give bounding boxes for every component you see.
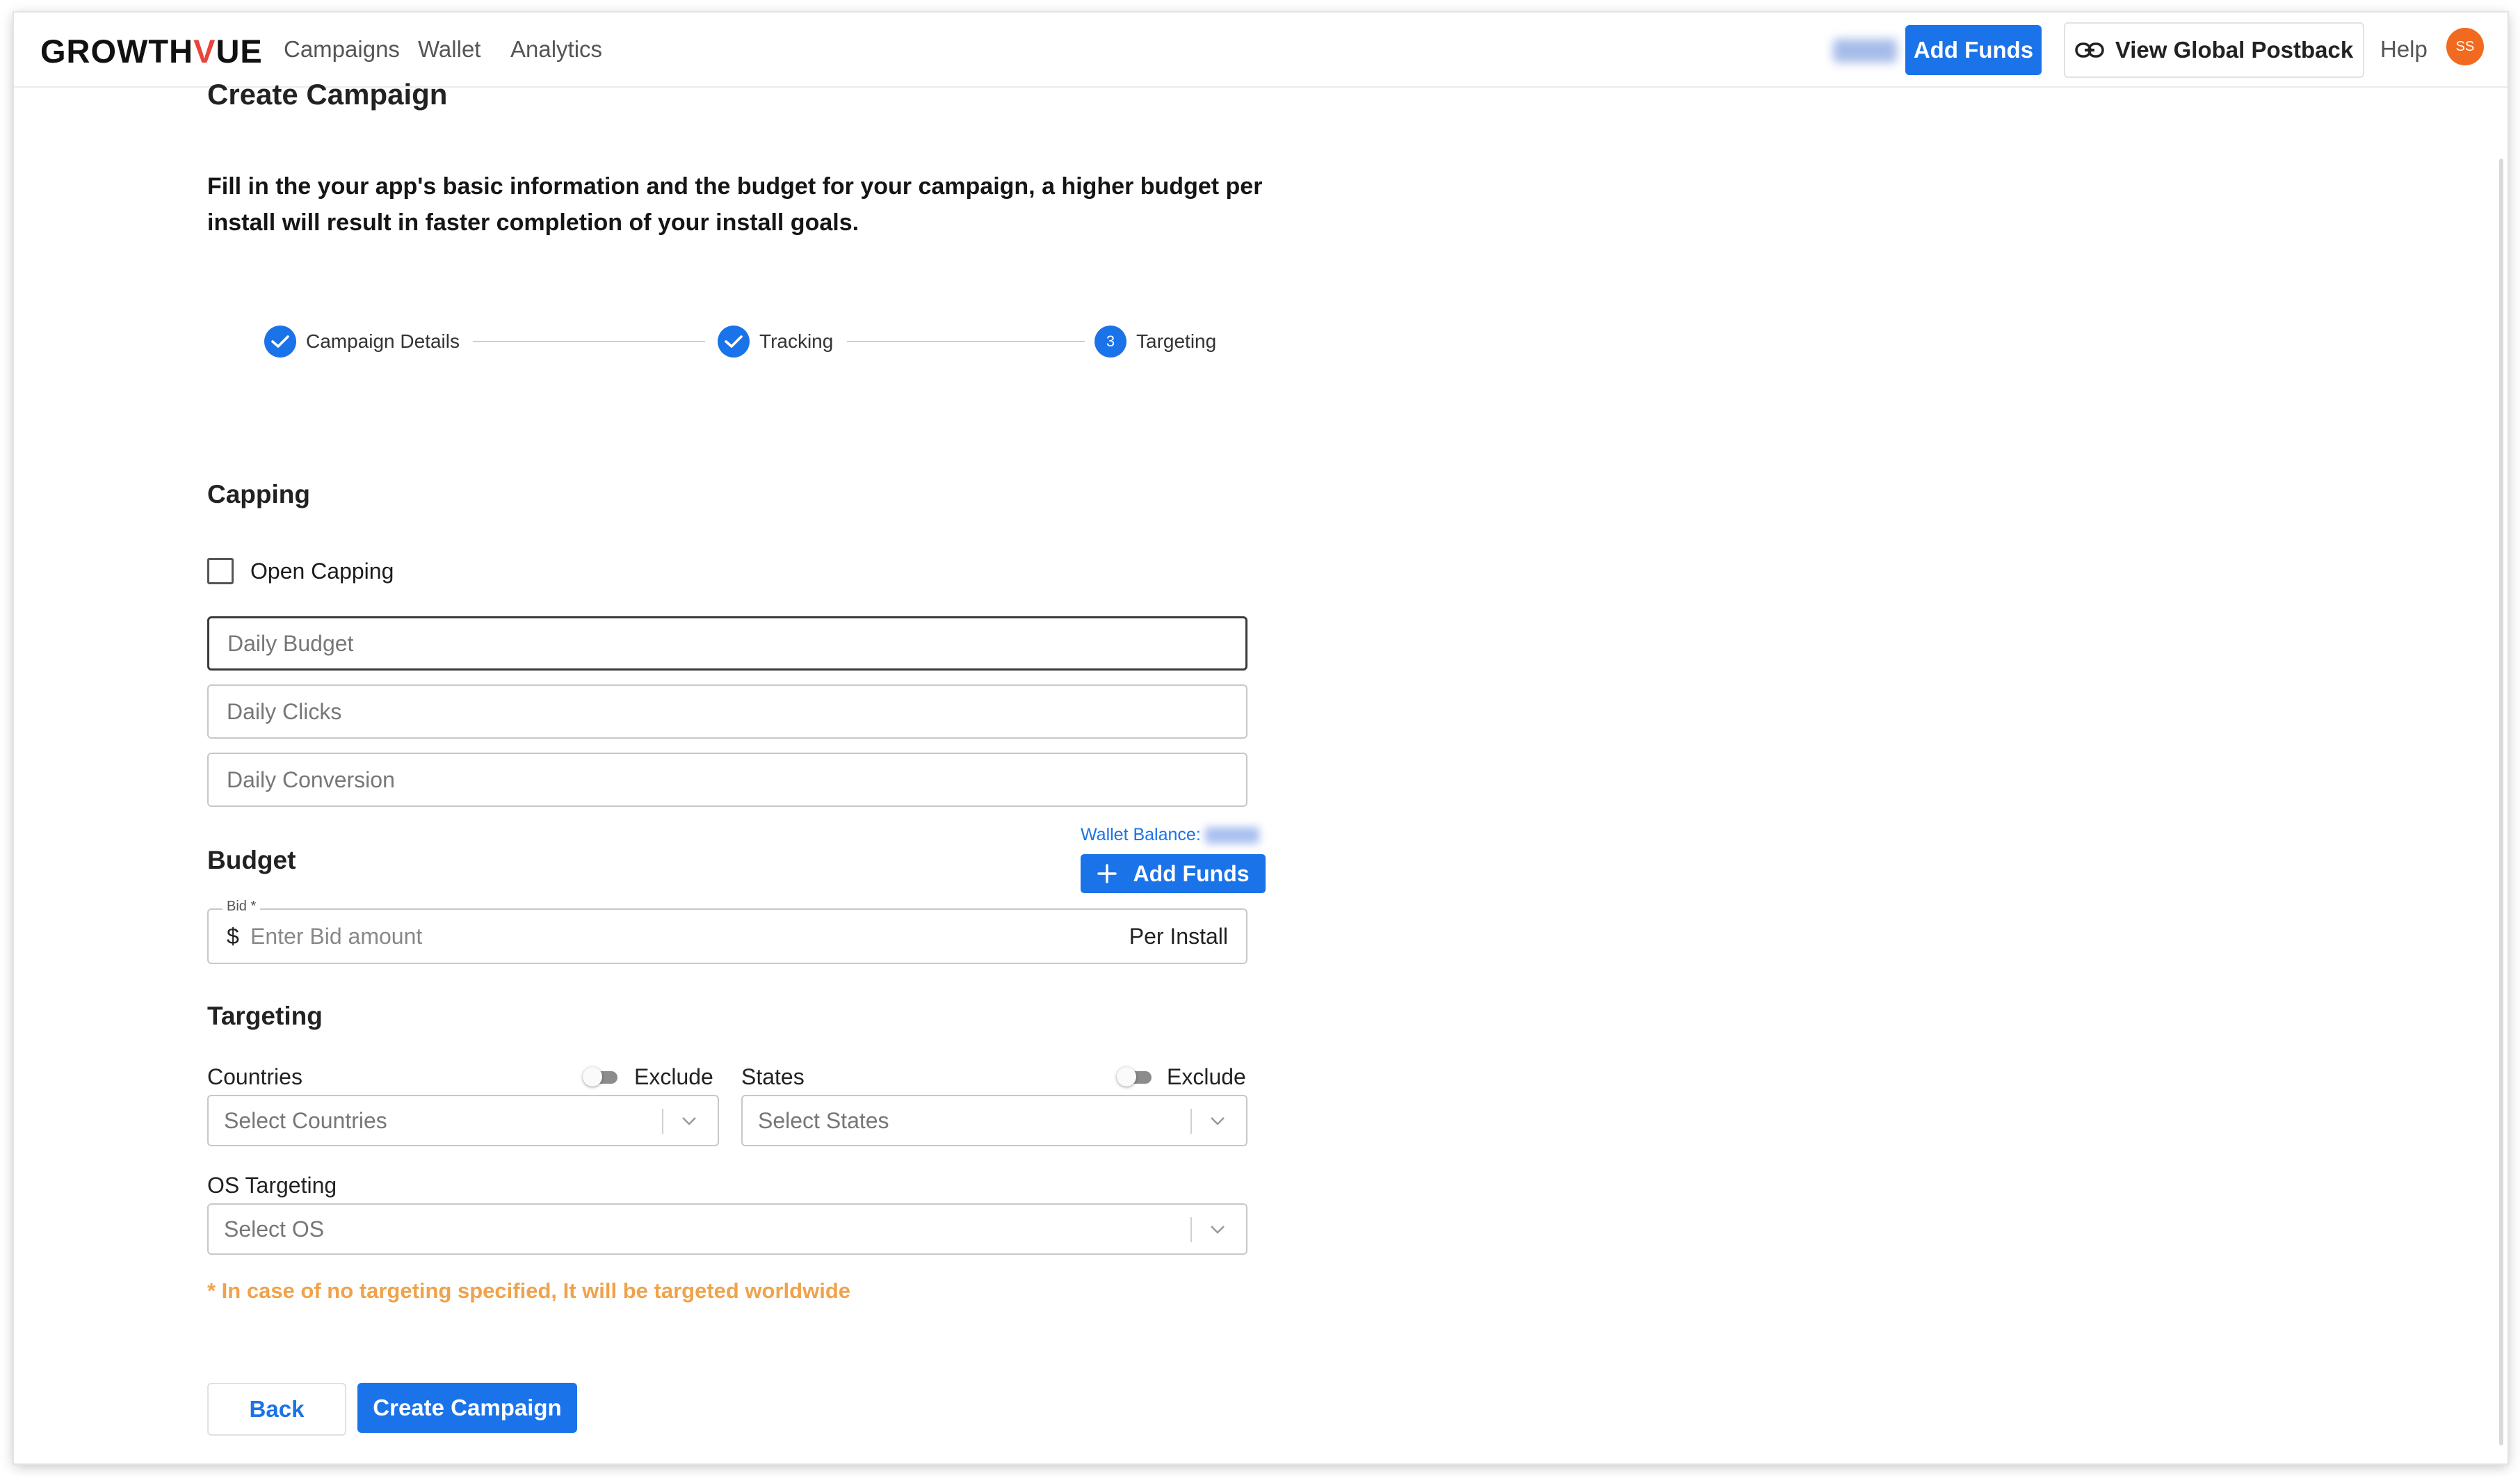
chevron-down-icon: [682, 1117, 696, 1125]
check-icon: [264, 326, 296, 358]
help-link[interactable]: Help: [2380, 36, 2428, 63]
select-separator: [662, 1109, 663, 1134]
app-window: GROWTHVUE Campaigns Wallet Analytics Add…: [14, 13, 2507, 1463]
link-icon: [2075, 42, 2104, 58]
add-funds-button[interactable]: Add Funds: [1905, 25, 2042, 75]
user-avatar[interactable]: SS: [2446, 28, 2484, 65]
wallet-balance: Wallet Balance:: [1081, 825, 1259, 845]
step-label: Tracking: [759, 330, 834, 352]
page-title: Create Campaign: [207, 78, 448, 111]
per-install-suffix: Per Install: [1129, 924, 1228, 949]
chevron-down-icon: [1211, 1226, 1225, 1234]
os-placeholder: Select OS: [224, 1216, 325, 1242]
os-targeting-label: OS Targeting: [207, 1173, 337, 1198]
chevron-down-icon: [1211, 1117, 1225, 1125]
postback-label: View Global Postback: [2115, 37, 2354, 63]
toggle-knob: [1117, 1067, 1136, 1086]
open-capping-label: Open Capping: [250, 558, 394, 584]
states-label: States: [741, 1064, 805, 1089]
wallet-balance-value: [1204, 826, 1259, 844]
open-capping-checkbox[interactable]: [207, 558, 234, 584]
view-global-postback-button[interactable]: View Global Postback: [2064, 22, 2364, 78]
capping-heading: Capping: [207, 480, 310, 508]
bid-amount-input[interactable]: Enter Bid amount: [250, 924, 422, 949]
select-separator: [1190, 1109, 1192, 1134]
bid-field[interactable]: Bid * $ Enter Bid amount Per Install: [207, 899, 1247, 964]
step-label: Campaign Details: [306, 330, 460, 352]
nav-analytics[interactable]: Analytics: [510, 36, 602, 63]
daily-clicks-input[interactable]: Daily Clicks: [207, 684, 1247, 739]
stepper-connector: [847, 341, 1085, 342]
states-exclude-toggle[interactable]: [1117, 1067, 1152, 1086]
countries-exclude-toggle[interactable]: [583, 1067, 617, 1086]
countries-placeholder: Select Countries: [224, 1107, 387, 1133]
select-separator: [1190, 1217, 1192, 1242]
page-intro: Fill in the your app's basic information…: [207, 173, 1263, 236]
back-button[interactable]: Back: [207, 1383, 346, 1436]
step-label: Targeting: [1136, 330, 1217, 352]
nav-wallet[interactable]: Wallet: [418, 36, 480, 63]
bid-label: Bid *: [223, 899, 261, 915]
countries-label: Countries: [207, 1064, 302, 1089]
stepper-connector: [473, 341, 705, 342]
states-select[interactable]: Select States: [741, 1095, 1247, 1146]
step-tracking[interactable]: Tracking: [718, 324, 833, 359]
nav-campaigns[interactable]: Campaigns: [284, 36, 400, 63]
step-targeting[interactable]: 3 Targeting: [1095, 324, 1216, 359]
wallet-balance-label: Wallet Balance:: [1081, 825, 1201, 844]
targeting-note: * In case of no targeting specified, It …: [207, 1278, 850, 1303]
top-navbar: GROWTHVUE Campaigns Wallet Analytics Add…: [14, 13, 2507, 88]
currency-symbol: $: [227, 924, 239, 949]
daily-budget-input[interactable]: Daily Budget: [207, 616, 1247, 671]
step-campaign-details[interactable]: Campaign Details: [264, 324, 460, 359]
plus-icon: [1097, 864, 1117, 883]
step-number: 3: [1095, 326, 1126, 358]
states-exclude-label: Exclude: [1167, 1064, 1246, 1089]
countries-select[interactable]: Select Countries: [207, 1095, 719, 1146]
create-campaign-button[interactable]: Create Campaign: [357, 1383, 577, 1433]
check-icon: [718, 326, 750, 358]
daily-conversion-input[interactable]: Daily Conversion: [207, 753, 1247, 807]
budget-add-funds-button[interactable]: Add Funds: [1081, 854, 1266, 893]
os-select[interactable]: Select OS: [207, 1203, 1247, 1255]
blurred-balance: [1833, 39, 1897, 63]
targeting-heading: Targeting: [207, 1002, 323, 1030]
stepper: Campaign Details Tracking 3 Targeting: [249, 324, 1236, 359]
states-placeholder: Select States: [758, 1107, 889, 1133]
open-capping-option[interactable]: Open Capping: [207, 558, 394, 584]
add-funds-label: Add Funds: [1133, 860, 1250, 886]
growthvue-logo[interactable]: GROWTHVUE: [40, 32, 263, 70]
scrollbar[interactable]: [2499, 159, 2503, 1445]
logo-text-prefix: GROWTH: [40, 33, 194, 70]
countries-exclude-label: Exclude: [634, 1064, 713, 1089]
toggle-knob: [583, 1067, 602, 1086]
logo-text-suffix: UE: [216, 33, 263, 70]
logo-text-v: V: [193, 33, 216, 70]
budget-heading: Budget: [207, 846, 296, 874]
